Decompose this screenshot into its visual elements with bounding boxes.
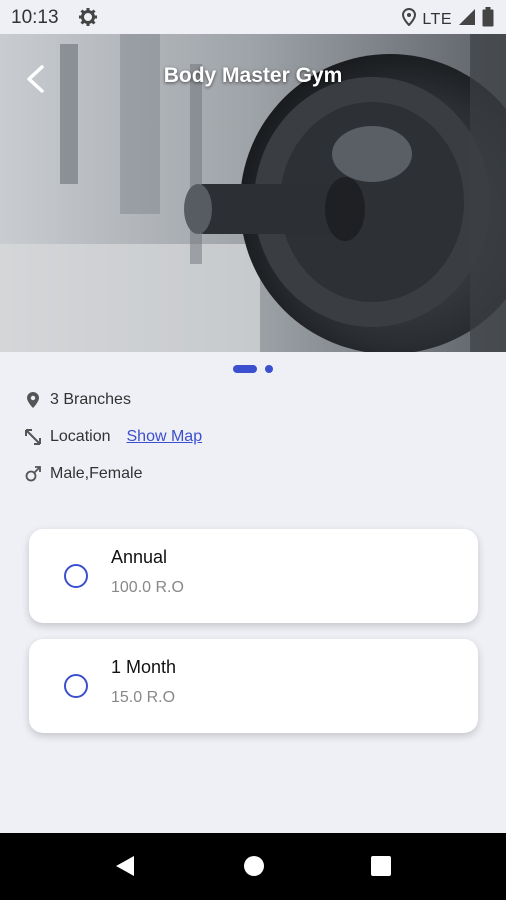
location-pin-icon	[402, 7, 417, 31]
status-bar: 10:13 LTE	[0, 0, 506, 34]
show-map-link[interactable]: Show Map	[127, 428, 203, 446]
carousel-dot[interactable]	[265, 365, 273, 373]
direction-icon	[24, 428, 42, 446]
plan-price: 15.0 R.O	[111, 689, 176, 706]
plan-radio[interactable]	[64, 564, 88, 588]
system-nav-bar	[0, 833, 506, 900]
plan-price: 100.0 R.O	[111, 579, 184, 596]
network-type: LTE	[422, 10, 452, 28]
branches-label: 3 Branches	[50, 391, 131, 408]
carousel-indicators	[0, 365, 506, 373]
back-nav-icon[interactable]	[110, 851, 140, 881]
gear-icon	[78, 7, 98, 32]
hero-image: Body Master Gym	[0, 34, 506, 352]
plan-radio[interactable]	[64, 674, 88, 698]
recents-nav-icon[interactable]	[366, 851, 396, 881]
carousel-dot-active[interactable]	[233, 365, 257, 373]
battery-icon	[482, 7, 494, 32]
plan-card-1-month[interactable]: 1 Month 15.0 R.O	[29, 639, 478, 733]
gender-row: Male,Female	[24, 465, 142, 483]
location-pin-icon	[24, 391, 42, 409]
location-label: Location	[50, 428, 111, 445]
page-title: Body Master Gym	[163, 64, 343, 87]
male-icon	[24, 465, 42, 483]
plan-name: 1 Month	[111, 657, 177, 677]
signal-icon	[458, 8, 476, 31]
home-nav-icon[interactable]	[239, 851, 269, 881]
gender-label: Male,Female	[50, 465, 143, 482]
status-time: 10:13	[11, 7, 59, 28]
location-row: Location Show Map	[24, 428, 202, 446]
plan-card-annual[interactable]: Annual 100.0 R.O	[29, 529, 478, 623]
plan-name: Annual	[111, 547, 168, 567]
branches-row: 3 Branches	[24, 391, 131, 409]
